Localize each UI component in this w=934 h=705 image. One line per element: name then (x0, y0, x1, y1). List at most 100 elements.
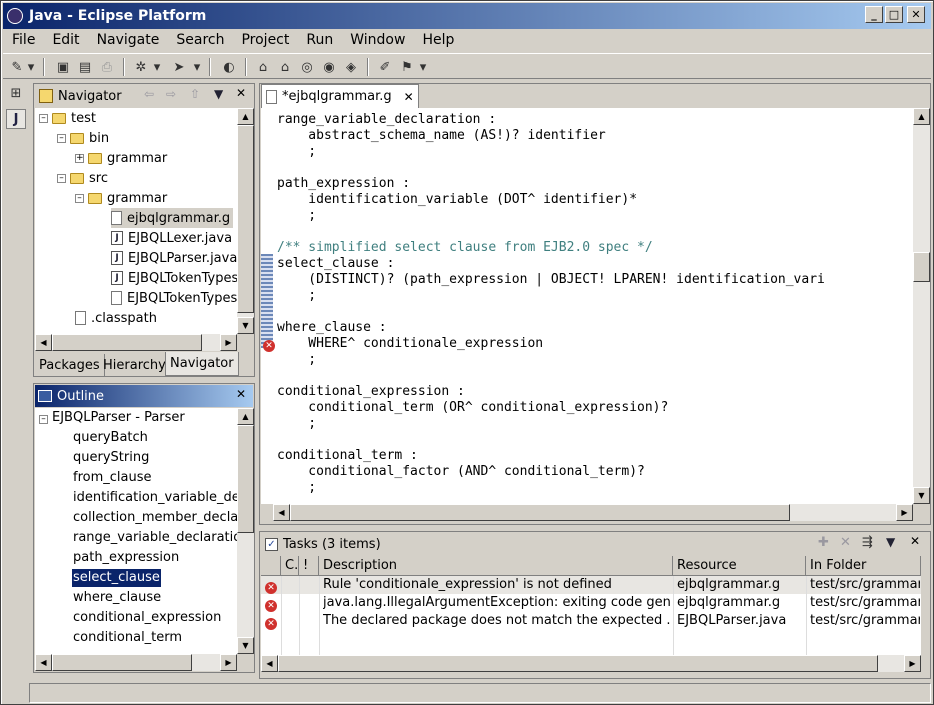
minimize-icon[interactable]: _ (865, 6, 883, 23)
tree-item-src[interactable]: – src (57, 168, 108, 188)
close-tasks-icon[interactable]: ✕ (910, 534, 920, 548)
menu-navigate[interactable]: Navigate (88, 32, 168, 48)
open-type-icon[interactable]: ⌂ (253, 57, 273, 77)
error-marker-icon: ✕ (263, 337, 275, 352)
editor-hscrollbar[interactable]: ◀ ▶ (273, 504, 913, 521)
open-perspective-icon[interactable]: ⊞ (6, 83, 26, 103)
forward-icon[interactable]: ⇨ (166, 87, 176, 101)
menu-edit[interactable]: Edit (43, 32, 87, 48)
new-interface-icon[interactable]: ◈ (341, 57, 361, 77)
edit-pin-icon[interactable]: ✐ (375, 57, 395, 77)
java-perspective-icon[interactable]: J (6, 109, 26, 129)
current-range-indicator (261, 254, 273, 348)
view-menu-icon[interactable]: ▼ (214, 87, 223, 101)
col-icon[interactable] (261, 556, 281, 576)
open-type-hierarchy-icon[interactable]: ⌂ (275, 57, 295, 77)
up-icon[interactable]: ⇧ (190, 87, 200, 101)
menu-help[interactable]: Help (413, 32, 462, 48)
filter-icon[interactable]: ⇶ (862, 535, 873, 550)
search-icon[interactable]: ◐ (219, 57, 239, 77)
col-priority[interactable]: ! (299, 556, 319, 576)
new-package-icon[interactable]: ◎ (297, 57, 317, 77)
code-line: conditional_factor (AND^ conditional_ter… (277, 464, 645, 479)
outline-root[interactable]: – EJBQLParser - Parser (39, 408, 185, 428)
navigator-vscrollbar[interactable]: ▲ ▼ (237, 108, 254, 334)
outline-item[interactable]: identification_variable_decl (73, 488, 237, 508)
debug-dropdown-icon[interactable]: ▾ (151, 57, 163, 77)
add-task-icon[interactable]: ✚ (818, 535, 829, 550)
outline-item[interactable]: queryBatch (73, 428, 148, 448)
outline-item[interactable]: range_variable_declaration (73, 528, 237, 548)
close-outline-icon[interactable]: ✕ (236, 387, 246, 401)
tree-item-classpath[interactable]: .classpath (75, 308, 157, 328)
col-folder[interactable]: In Folder (806, 556, 921, 576)
code-line: /** simplified select clause from EJB2.0… (277, 240, 653, 255)
tasks-menu-icon[interactable]: ▼ (886, 535, 895, 549)
code-line: WHERE^ conditionale_expression (277, 336, 544, 351)
editor-vscrollbar[interactable]: ▲ ▼ (913, 108, 930, 504)
external-tools-icon[interactable]: ⚑ (397, 57, 417, 77)
col-resource[interactable]: Resource (673, 556, 806, 576)
navigator-icon (39, 89, 53, 103)
tree-item-tokentypes-java[interactable]: J EJBQLTokenTypes (111, 268, 237, 288)
close-navigator-icon[interactable]: ✕ (236, 86, 246, 100)
new-icon[interactable]: ✎ (7, 57, 27, 77)
code-line: select_clause : (277, 256, 395, 271)
navigator-hscrollbar[interactable]: ◀ ▶ (35, 334, 237, 351)
tree-item-lexer[interactable]: J EJBQLLexer.java (111, 228, 232, 248)
menu-bar: File Edit Navigate Search Project Run Wi… (3, 29, 931, 51)
tasks-hscrollbar[interactable]: ◀ ▶ (261, 655, 921, 672)
tree-item-bin-grammar[interactable]: + grammar (75, 148, 167, 168)
col-completed[interactable]: C. (281, 556, 299, 576)
tree-item-ejbqlgrammar[interactable]: ejbqlgrammar.g (111, 208, 234, 228)
close-window-icon[interactable]: ✕ (907, 6, 925, 23)
maximize-icon[interactable]: □ (885, 6, 903, 23)
run-icon[interactable]: ➤ (169, 57, 189, 77)
table-row[interactable]: ✕ Rule 'conditionale_expression' is not … (261, 576, 921, 594)
tree-item-src-grammar[interactable]: – grammar (75, 188, 167, 208)
outline-item[interactable]: conditional_term (73, 628, 182, 648)
tree-item-parser[interactable]: J EJBQLParser.java (111, 248, 237, 268)
outline-item-selected[interactable]: select_clause (72, 569, 161, 587)
menu-window[interactable]: Window (341, 32, 413, 48)
menu-run[interactable]: Run (297, 32, 341, 48)
outline-item[interactable]: collection_member_declar (73, 508, 237, 528)
outline-item[interactable]: where_clause (73, 588, 161, 608)
table-row[interactable]: ✕ The declared package does not match th… (261, 612, 921, 630)
menu-search[interactable]: Search (167, 32, 232, 48)
new-dropdown-icon[interactable]: ▾ (25, 57, 37, 77)
outline-vscrollbar[interactable]: ▲ ▼ (237, 408, 254, 654)
print-icon[interactable]: ⎙ (97, 57, 117, 77)
tab-hierarchy[interactable]: Hierarchy (99, 354, 171, 376)
save-icon[interactable]: ▣ (53, 57, 73, 77)
save-all-icon[interactable]: ▤ (75, 57, 95, 77)
menu-file[interactable]: File (3, 32, 43, 48)
outline-item[interactable]: queryString (73, 448, 149, 468)
delete-task-icon[interactable]: ✕ (840, 535, 851, 550)
run-dropdown-icon[interactable]: ▾ (191, 57, 203, 77)
tab-navigator[interactable]: Navigator (165, 352, 239, 376)
tree-item-project[interactable]: – test (39, 108, 96, 128)
outline-item[interactable]: from_clause (73, 468, 152, 488)
task-description: Rule 'conditionale_expression' is not de… (323, 577, 612, 592)
col-description[interactable]: Description (319, 556, 673, 576)
tree-item-tokentypes-txt[interactable]: EJBQLTokenTypes (111, 288, 237, 308)
external-tools-dropdown-icon[interactable]: ▾ (417, 57, 429, 77)
tree-item-bin[interactable]: – bin (57, 128, 109, 148)
code-line: ; (277, 352, 317, 367)
table-row[interactable]: ✕ java.lang.IllegalArgumentException: ex… (261, 594, 921, 612)
code-line: (DISTINCT)? (path_expression | OBJECT! L… (277, 272, 825, 287)
outline-item[interactable]: conditional_expression (73, 608, 221, 628)
new-class-icon[interactable]: ◉ (319, 57, 339, 77)
back-icon[interactable]: ⇦ (144, 87, 154, 101)
editor-tab[interactable]: *ejbqlgrammar.g ✕ (261, 84, 419, 108)
debug-icon[interactable]: ✲ (131, 57, 151, 77)
editor-view: *ejbqlgrammar.g ✕ ✕ range_variable_decla… (259, 83, 931, 525)
outline-item[interactable]: path_expression (73, 548, 179, 568)
tab-packages[interactable]: Packages (35, 354, 105, 376)
menu-project[interactable]: Project (232, 32, 297, 48)
editor-tab-label: *ejbqlgrammar.g (282, 89, 392, 104)
close-editor-icon[interactable]: ✕ (404, 90, 414, 104)
code-area[interactable]: ✕ range_variable_declaration : abstract_… (261, 108, 913, 504)
outline-hscrollbar[interactable]: ◀ ▶ (35, 654, 237, 671)
